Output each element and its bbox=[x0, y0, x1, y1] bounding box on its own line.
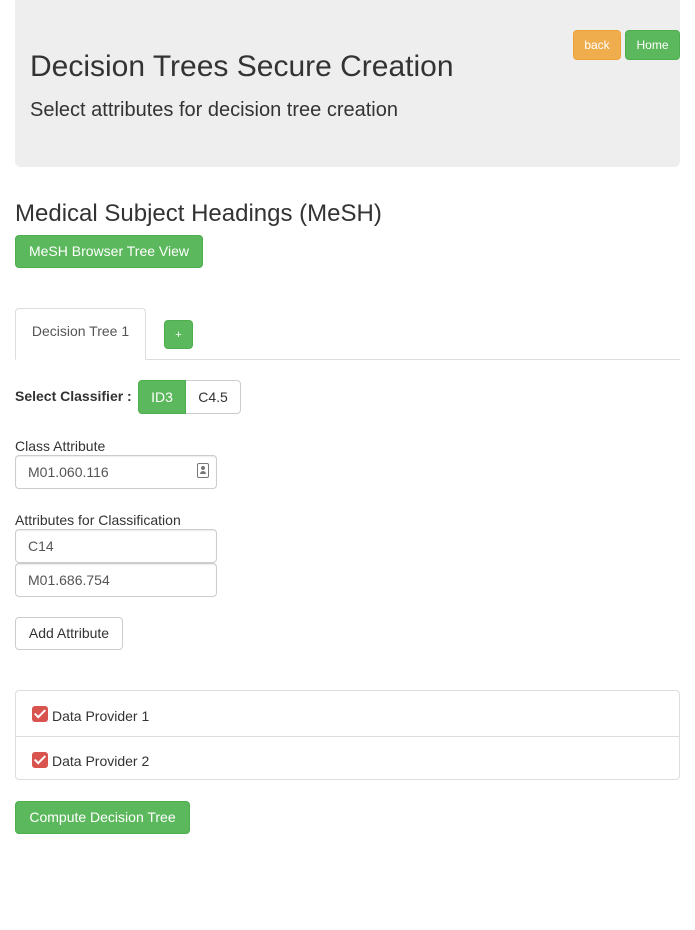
class-attribute-label: Class Attribute bbox=[15, 438, 106, 454]
data-provider-1-label: Data Provider 1 bbox=[52, 708, 150, 724]
classifier-c45-button[interactable]: C4.5 bbox=[186, 380, 241, 414]
back-button[interactable]: back bbox=[573, 30, 621, 60]
contact-card-icon bbox=[197, 463, 209, 478]
page-title: Decision Trees Secure Creation bbox=[30, 50, 454, 83]
tab-decision-tree-1[interactable]: Decision Tree 1 bbox=[15, 308, 146, 360]
list-item: Data Provider 2 bbox=[16, 736, 679, 781]
class-attribute-input[interactable] bbox=[15, 455, 217, 489]
data-provider-list: Data Provider 1 Data Provider 2 bbox=[15, 690, 680, 780]
add-attribute-button[interactable]: Add Attribute bbox=[15, 617, 123, 650]
classifier-label: Select Classifier : bbox=[15, 388, 132, 404]
compute-decision-tree-button[interactable]: Compute Decision Tree bbox=[15, 801, 190, 834]
page-subtitle: Select attributes for decision tree crea… bbox=[30, 99, 398, 121]
mesh-browser-button[interactable]: MeSH Browser Tree View bbox=[15, 235, 203, 268]
list-item: Data Provider 1 bbox=[16, 691, 679, 736]
data-provider-2-label: Data Provider 2 bbox=[52, 753, 150, 769]
home-button[interactable]: Home bbox=[625, 30, 680, 60]
attribute-input-1[interactable] bbox=[15, 529, 217, 563]
classifier-id3-button[interactable]: ID3 bbox=[138, 380, 186, 414]
mesh-title: Medical Subject Headings (MeSH) bbox=[15, 200, 382, 227]
add-tab-button[interactable]: + bbox=[164, 320, 193, 349]
classifier-toggle: ID3 C4.5 bbox=[138, 380, 241, 414]
attribute-input-2[interactable] bbox=[15, 563, 217, 597]
data-provider-1-checkbox[interactable] bbox=[32, 706, 48, 722]
data-provider-2-checkbox[interactable] bbox=[32, 752, 48, 768]
page: Decision Trees Secure Creation Select at… bbox=[0, 0, 695, 930]
classification-attributes-label: Attributes for Classification bbox=[15, 512, 181, 528]
header-panel: Decision Trees Secure Creation Select at… bbox=[15, 0, 680, 167]
